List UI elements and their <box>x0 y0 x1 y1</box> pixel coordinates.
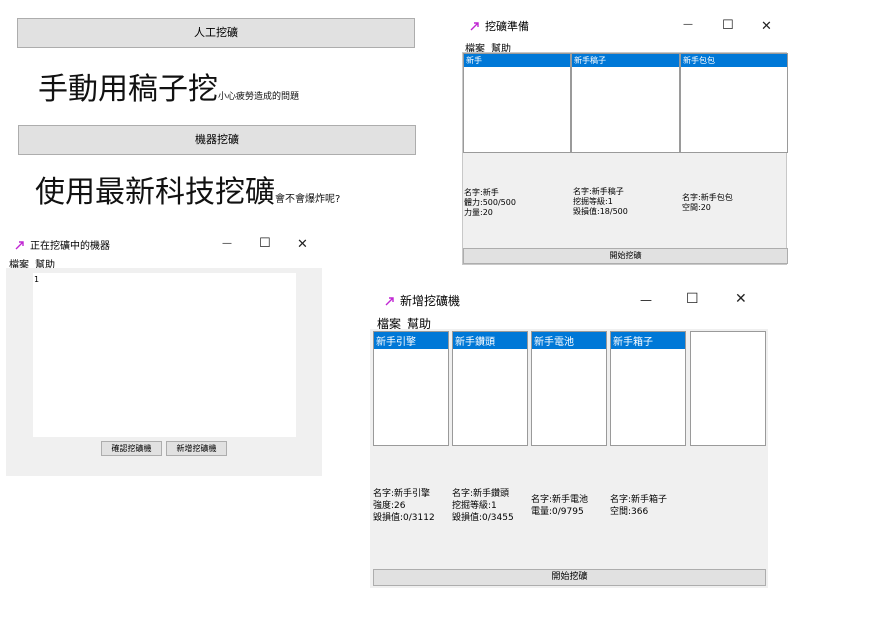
maximize-icon[interactable]: ☐ <box>686 292 699 306</box>
manual-heading-text: 手動用稿子挖 <box>38 72 218 107</box>
add-miner-button[interactable]: 新增挖礦機 <box>166 441 227 456</box>
running-machine-list[interactable]: 1 <box>33 273 296 437</box>
maximize-icon[interactable]: ☐ <box>259 237 271 250</box>
add-window-title: 新增挖礦機 <box>384 292 460 309</box>
add-list-4[interactable] <box>690 331 766 446</box>
add-info-0: 名字:新手引擎 強度:26 毀損值:0/3112 <box>373 489 435 523</box>
add-title-text: 新增挖礦機 <box>400 294 461 308</box>
prep-body: 新手 新手稿子 新手包包 名字:新手 體力:500/500 力量:20 名字:新… <box>462 52 788 265</box>
add-info-1: 名字:新手鑽頭 挖掘等級:1 毀損值:0/3455 <box>452 489 514 523</box>
list-header: 新手箱子 <box>611 332 685 349</box>
prep-info-0: 名字:新手 體力:500/500 力量:20 <box>464 188 516 217</box>
prep-list-1[interactable]: 新手稿子 <box>571 53 680 153</box>
manual-mining-button[interactable]: 人工挖礦 <box>17 18 415 48</box>
manual-heading-sub: 小心疲勞造成的問題 <box>218 92 300 102</box>
running-window: 正在挖礦中的機器 — ☐ ✕ 檔案 幫助 1 確認挖礦機 新增挖礦機 <box>6 232 322 476</box>
maximize-icon[interactable]: ☐ <box>722 19 734 32</box>
add-info-3: 名字:新手箱子 空間:366 <box>610 495 668 517</box>
running-window-title: 正在挖礦中的機器 <box>14 237 110 252</box>
prep-title-text: 挖礦準備 <box>485 20 529 33</box>
add-list-2[interactable]: 新手電池 <box>531 331 607 446</box>
list-header: 新手稿子 <box>572 54 679 67</box>
prep-window-title: 挖礦準備 <box>469 18 529 34</box>
machine-heading-text: 使用最新科技挖礦 <box>35 175 275 210</box>
close-icon[interactable]: ✕ <box>761 20 772 33</box>
pickaxe-icon <box>15 240 24 249</box>
machine-heading-sub: 會不會爆炸呢? <box>275 194 341 205</box>
machine-heading: 使用最新科技挖礦會不會爆炸呢? <box>35 173 340 220</box>
minimize-icon[interactable]: — <box>222 239 232 249</box>
running-body: 1 確認挖礦機 新增挖礦機 <box>6 268 322 476</box>
minimize-icon[interactable]: — <box>683 20 693 30</box>
pickaxe-icon <box>470 22 479 31</box>
prep-start-button[interactable]: 開始挖礦 <box>463 248 788 264</box>
list-header: 新手 <box>464 54 570 67</box>
machine-mining-button[interactable]: 機器挖礦 <box>18 125 416 155</box>
prep-list-0[interactable]: 新手 <box>463 53 571 153</box>
prep-info-2: 名字:新手包包 空間:20 <box>682 193 733 212</box>
add-body: 新手引擎 新手鑽頭 新手電池 新手箱子 名字:新手引擎 強度:26 毀損值:0/… <box>370 329 768 588</box>
pickaxe-icon <box>385 296 394 305</box>
list-item[interactable]: 1 <box>33 273 296 286</box>
prep-window: 挖礦準備 — ☐ ✕ 檔案 幫助 新手 新手稿子 新手包包 名字:新手 體力:50… <box>455 12 790 265</box>
add-info-2: 名字:新手電池 電量:0/9795 <box>531 495 589 517</box>
add-window: 新增挖礦機 — ☐ ✕ 檔案 幫助 新手引擎 新手鑽頭 新手電池 新手箱子 名字:… <box>370 284 770 588</box>
minimize-icon[interactable]: — <box>640 294 652 306</box>
close-icon[interactable]: ✕ <box>297 238 308 251</box>
close-icon[interactable]: ✕ <box>735 292 747 306</box>
confirm-miner-button[interactable]: 確認挖礦機 <box>101 441 162 456</box>
add-list-0[interactable]: 新手引擎 <box>373 331 449 446</box>
list-header: 新手引擎 <box>374 332 448 349</box>
prep-list-2[interactable]: 新手包包 <box>680 53 788 153</box>
add-list-3[interactable]: 新手箱子 <box>610 331 686 446</box>
add-list-1[interactable]: 新手鑽頭 <box>452 331 528 446</box>
list-header: 新手電池 <box>532 332 606 349</box>
list-header: 新手包包 <box>681 54 787 67</box>
add-start-button[interactable]: 開始挖礦 <box>373 569 766 586</box>
list-header: 新手鑽頭 <box>453 332 527 349</box>
manual-heading: 手動用稿子挖小心疲勞造成的問題 <box>38 72 299 115</box>
prep-info-1: 名字:新手稿子 挖掘等級:1 毀損值:18/500 <box>573 187 628 216</box>
running-title-text: 正在挖礦中的機器 <box>30 241 110 252</box>
